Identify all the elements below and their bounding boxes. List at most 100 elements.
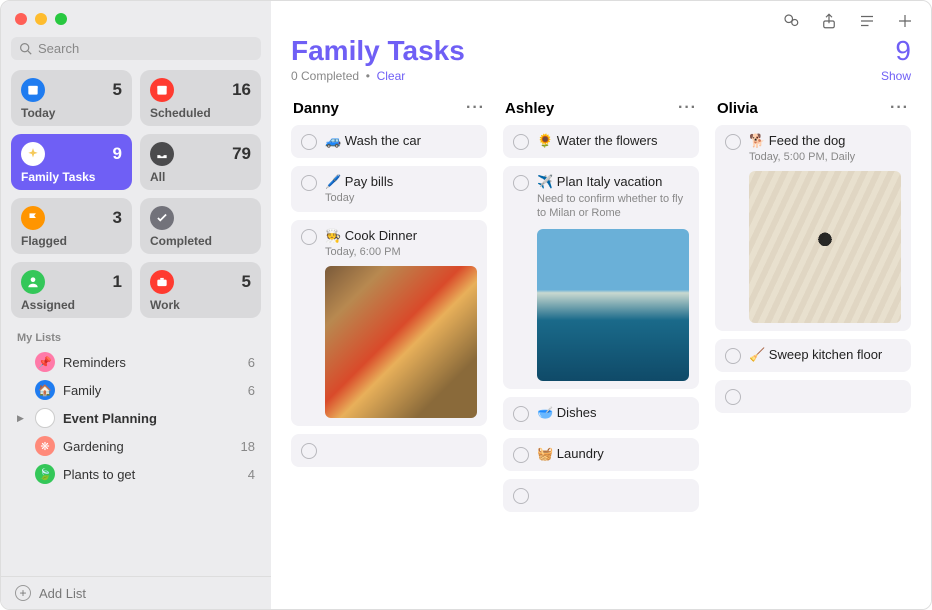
task-title[interactable]: 🐕 Feed the dog [749,133,901,149]
lists-container: 📌 Reminders 6 🏠 Family 6▶ Event Planning… [1,348,271,576]
smart-work[interactable]: 5 Work [140,262,261,318]
task-checkbox[interactable] [725,134,741,150]
task-note: Need to confirm whether to fly to Milan … [537,192,689,221]
smart-label: Work [150,298,251,312]
column-more-button[interactable]: ··· [678,99,697,117]
list-icon: 🍃 [35,464,55,484]
task-checkbox[interactable] [301,175,317,191]
clear-button[interactable]: Clear [377,69,406,83]
column-more-button[interactable]: ··· [466,99,485,117]
smart-flagged[interactable]: 3 Flagged [11,198,132,254]
smart-label: Assigned [21,298,122,312]
task-card[interactable]: 🐕 Feed the dogToday, 5:00 PM, Daily [715,125,911,331]
list-header: Family Tasks 9 0 Completed • Clear Show [271,35,931,89]
search-input[interactable]: Search [11,37,261,60]
list-count: 4 [248,467,255,482]
list-icon: 📌 [35,352,55,372]
task-title[interactable]: 🧑‍🍳 Cook Dinner [325,228,477,244]
list-count: 18 [241,439,255,454]
task-title[interactable] [749,388,901,402]
smart-label: All [150,170,251,184]
calendar-icon [21,78,45,102]
smart-label: Flagged [21,234,122,248]
task-title[interactable]: 🧺 Laundry [537,446,689,462]
list-label: Family [63,383,240,398]
task-body: 🧑‍🍳 Cook DinnerToday, 6:00 PM [325,228,477,418]
task-title[interactable]: 🥣 Dishes [537,405,689,421]
task-checkbox[interactable] [301,134,317,150]
list-row[interactable]: 🏠 Family 6 [1,376,271,404]
zoom-button[interactable] [55,13,67,25]
task-card[interactable] [291,434,487,467]
list-label: Reminders [63,355,240,370]
task-checkbox[interactable] [513,175,529,191]
task-card[interactable]: 🥣 Dishes [503,397,699,430]
task-title[interactable] [537,487,689,501]
task-title[interactable]: 🧹 Sweep kitchen floor [749,347,901,363]
smart-label: Today [21,106,122,120]
task-image[interactable] [537,229,689,381]
smart-all[interactable]: 79 All [140,134,261,190]
task-checkbox[interactable] [301,229,317,245]
task-card[interactable]: 🚙 Wash the car [291,125,487,158]
task-image[interactable] [325,266,477,418]
task-card[interactable]: ✈️ Plan Italy vacation Need to confirm wh… [503,166,699,389]
task-card[interactable] [503,479,699,512]
completed-text: 0 Completed [291,69,359,83]
list-row[interactable]: ❋ Gardening 18 [1,432,271,460]
task-card[interactable]: 🖊️ Pay bills Today [291,166,487,212]
smart-label: Family Tasks [21,170,122,184]
share-button[interactable] [819,11,839,31]
task-card[interactable] [715,380,911,413]
close-button[interactable] [15,13,27,25]
task-card[interactable]: 🧹 Sweep kitchen floor [715,339,911,372]
task-title[interactable]: 🖊️ Pay bills [325,174,477,190]
minimize-button[interactable] [35,13,47,25]
task-title[interactable]: 🌻 Water the flowers [537,133,689,149]
collaborate-button[interactable] [781,11,801,31]
window-controls [1,1,271,33]
task-card[interactable]: 🧑‍🍳 Cook DinnerToday, 6:00 PM [291,220,487,426]
new-reminder-button[interactable] [895,11,915,31]
smart-scheduled[interactable]: 16 Scheduled [140,70,261,126]
column-header: Ashley ··· [503,95,699,125]
smart-count: 79 [232,144,251,164]
list-title: Family Tasks [291,35,465,67]
smart-today[interactable]: 5 Today [11,70,132,126]
list-row[interactable]: 📌 Reminders 6 [1,348,271,376]
task-title[interactable] [325,442,477,456]
smart-assigned[interactable]: 1 Assigned [11,262,132,318]
task-checkbox[interactable] [513,447,529,463]
task-body: 🌻 Water the flowers [537,133,689,149]
list-count: 9 [895,35,911,67]
task-body: 🐕 Feed the dogToday, 5:00 PM, Daily [749,133,901,323]
task-title[interactable]: 🚙 Wash the car [325,133,477,149]
task-body: 🖊️ Pay bills Today [325,174,477,204]
smart-count: 16 [232,80,251,100]
smart-family[interactable]: 9 Family Tasks [11,134,132,190]
task-card[interactable]: 🧺 Laundry [503,438,699,471]
search-placeholder: Search [38,41,79,56]
view-options-button[interactable] [857,11,877,31]
task-checkbox[interactable] [725,389,741,405]
smart-lists-grid: 5 Today 16 Scheduled 9 Family Tasks 79 A… [1,70,271,328]
task-checkbox[interactable] [513,406,529,422]
list-row[interactable]: ▶ Event Planning [1,404,271,432]
task-checkbox[interactable] [513,134,529,150]
show-button[interactable]: Show [881,69,911,83]
task-title[interactable]: ✈️ Plan Italy vacation [537,174,689,190]
list-icon: 🏠 [35,380,55,400]
task-card[interactable]: 🌻 Water the flowers [503,125,699,158]
task-image[interactable] [749,171,901,323]
list-row[interactable]: 🍃 Plants to get 4 [1,460,271,488]
task-checkbox[interactable] [725,348,741,364]
column-more-button[interactable]: ··· [890,99,909,117]
task-body: 🧺 Laundry [537,446,689,462]
add-list-button[interactable]: + Add List [1,576,271,609]
task-body: ✈️ Plan Italy vacation Need to confirm wh… [537,174,689,381]
column-name: Ashley [505,100,554,117]
task-checkbox[interactable] [301,443,317,459]
task-checkbox[interactable] [513,488,529,504]
smart-completed[interactable]: Completed [140,198,261,254]
task-meta: Today [325,192,477,204]
